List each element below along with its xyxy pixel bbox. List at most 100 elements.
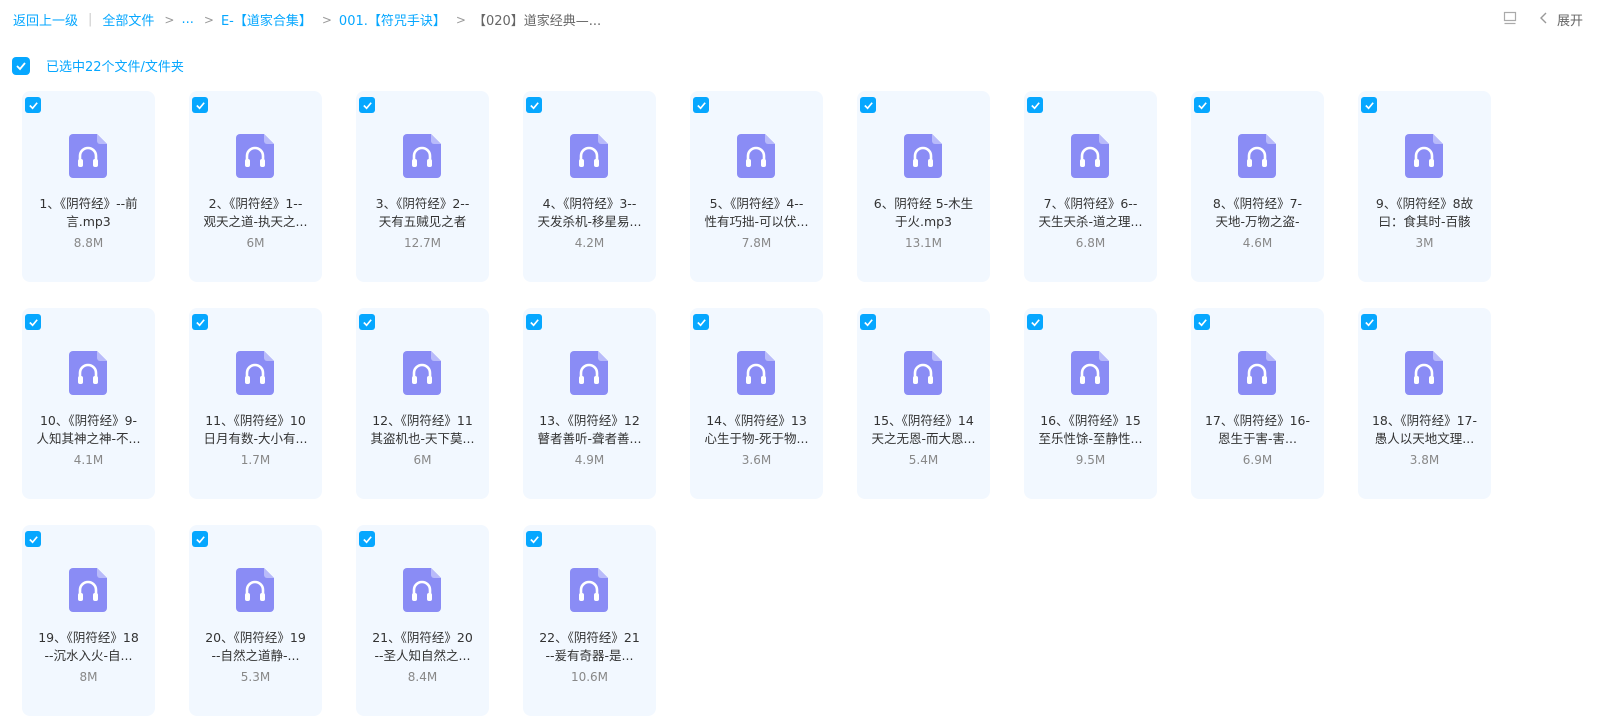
file-checkbox[interactable] <box>860 97 876 113</box>
layout-icon[interactable] <box>1503 11 1517 29</box>
file-checkbox[interactable] <box>25 314 41 330</box>
file-checkbox[interactable] <box>359 314 375 330</box>
audio-file-icon <box>403 568 441 612</box>
file-checkbox[interactable] <box>192 314 208 330</box>
expand-button[interactable]: 展开 <box>1557 10 1583 29</box>
file-card[interactable]: 4、《阴符经》3-- 天发杀机-移星易... 4.2M <box>523 91 656 282</box>
file-card[interactable]: 16、《阴符经》15 至乐性馀-至静性... 9.5M <box>1024 308 1157 499</box>
file-card[interactable]: 12、《阴符经》11 其盗机也-天下莫... 6M <box>356 308 489 499</box>
file-size: 5.4M <box>908 453 939 467</box>
file-name: 3、《阴符经》2-- 天有五贼见之者 <box>375 196 470 229</box>
file-size: 3.6M <box>741 453 772 467</box>
chevron-right-icon: > <box>455 12 466 27</box>
file-name: 13、《阴符经》12 瞽者善听-聋者善... <box>537 413 642 446</box>
file-card[interactable]: 2、《阴符经》1-- 观天之道-执天之... 6M <box>189 91 322 282</box>
file-checkbox[interactable] <box>693 97 709 113</box>
file-checkbox[interactable] <box>526 314 542 330</box>
breadcrumb-ellipsis[interactable]: ... <box>181 12 193 27</box>
chevron-left-icon[interactable] <box>1539 12 1549 28</box>
breadcrumb-all-files[interactable]: 全部文件 <box>102 10 154 29</box>
file-checkbox[interactable] <box>359 531 375 547</box>
file-size: 8M <box>79 670 98 684</box>
file-size: 13.1M <box>904 236 943 250</box>
file-checkbox[interactable] <box>25 531 41 547</box>
file-name: 4、《阴符经》3-- 天发杀机-移星易... <box>537 196 642 229</box>
select-all-checkbox[interactable] <box>12 56 30 75</box>
file-size: 6M <box>246 236 265 250</box>
file-checkbox[interactable] <box>526 97 542 113</box>
back-link[interactable]: 返回上一级 <box>13 10 78 29</box>
file-checkbox[interactable] <box>860 314 876 330</box>
file-card[interactable]: 17、《阴符经》16- 恩生于害-害... 6.9M <box>1191 308 1324 499</box>
chevron-right-icon: > <box>203 12 214 27</box>
chevron-right-icon: > <box>164 12 175 27</box>
audio-file-icon <box>570 568 608 612</box>
file-size: 8.4M <box>407 670 438 684</box>
file-card[interactable]: 1、《阴符经》--前 言.mp3 8.8M <box>22 91 155 282</box>
file-checkbox[interactable] <box>25 97 41 113</box>
audio-file-icon <box>737 134 775 178</box>
file-name: 11、《阴符经》10 日月有数-大小有... <box>203 413 308 446</box>
file-card[interactable]: 15、《阴符经》14 天之无恩-而大恩... 5.4M <box>857 308 990 499</box>
file-size: 6.8M <box>1075 236 1106 250</box>
file-name: 15、《阴符经》14 天之无恩-而大恩... <box>871 413 976 446</box>
chevron-right-icon: > <box>321 12 332 27</box>
file-size: 7.8M <box>741 236 772 250</box>
file-size: 8.8M <box>73 236 104 250</box>
file-size: 5.3M <box>240 670 271 684</box>
breadcrumb-level2[interactable]: 001.【符咒手诀】 <box>339 10 446 29</box>
file-name: 14、《阴符经》13 心生于物-死于物... <box>704 413 809 446</box>
file-checkbox[interactable] <box>1194 314 1210 330</box>
file-card[interactable]: 6、阴符经 5-木生 于火.mp3 13.1M <box>857 91 990 282</box>
audio-file-icon <box>69 568 107 612</box>
file-checkbox[interactable] <box>1361 314 1377 330</box>
file-size: 3M <box>1415 236 1434 250</box>
file-name: 9、《阴符经》8故 曰：食其时-百骸 <box>1375 196 1474 229</box>
file-checkbox[interactable] <box>1027 314 1043 330</box>
file-checkbox[interactable] <box>1361 97 1377 113</box>
file-name: 8、《阴符经》7- 天地-万物之盗- <box>1212 196 1303 229</box>
file-card[interactable]: 9、《阴符经》8故 曰：食其时-百骸 3M <box>1358 91 1491 282</box>
file-name: 21、《阴符经》20 --圣人知自然之... <box>372 630 473 663</box>
file-name: 6、阴符经 5-木生 于火.mp3 <box>873 196 974 229</box>
file-card[interactable]: 21、《阴符经》20 --圣人知自然之... 8.4M <box>356 525 489 716</box>
file-checkbox[interactable] <box>693 314 709 330</box>
file-card[interactable]: 20、《阴符经》19 --自然之道静-... 5.3M <box>189 525 322 716</box>
file-name: 18、《阴符经》17- 愚人以天地文理... <box>1371 413 1478 446</box>
file-name: 22、《阴符经》21 --爰有奇器-是... <box>539 630 640 663</box>
file-size: 6M <box>413 453 432 467</box>
file-card[interactable]: 11、《阴符经》10 日月有数-大小有... 1.7M <box>189 308 322 499</box>
file-card[interactable]: 7、《阴符经》6-- 天生天杀-道之理... 6.8M <box>1024 91 1157 282</box>
top-right-tools: 展开 <box>1503 10 1583 29</box>
file-card[interactable]: 22、《阴符经》21 --爰有奇器-是... 10.6M <box>523 525 656 716</box>
selection-bar: 已选中22个文件/文件夹 <box>12 56 184 75</box>
file-card[interactable]: 5、《阴符经》4-- 性有巧拙-可以伏... 7.8M <box>690 91 823 282</box>
audio-file-icon <box>403 351 441 395</box>
selection-count: 已选中22个文件/文件夹 <box>46 60 184 75</box>
file-card[interactable]: 14、《阴符经》13 心生于物-死于物... 3.6M <box>690 308 823 499</box>
file-size: 10.6M <box>570 670 609 684</box>
file-card[interactable]: 10、《阴符经》9- 人知其神之神-不... 4.1M <box>22 308 155 499</box>
audio-file-icon <box>1405 351 1443 395</box>
file-name: 1、《阴符经》--前 言.mp3 <box>39 196 138 229</box>
file-card[interactable]: 18、《阴符经》17- 愚人以天地文理... 3.8M <box>1358 308 1491 499</box>
file-size: 9.5M <box>1075 453 1106 467</box>
file-checkbox[interactable] <box>192 97 208 113</box>
audio-file-icon <box>570 134 608 178</box>
file-checkbox[interactable] <box>1027 97 1043 113</box>
breadcrumb-divider: | <box>88 12 93 27</box>
file-checkbox[interactable] <box>1194 97 1210 113</box>
audio-file-icon <box>69 351 107 395</box>
file-card[interactable]: 13、《阴符经》12 瞽者善听-聋者善... 4.9M <box>523 308 656 499</box>
file-checkbox[interactable] <box>526 531 542 547</box>
file-card[interactable]: 3、《阴符经》2-- 天有五贼见之者 12.7M <box>356 91 489 282</box>
file-checkbox[interactable] <box>192 531 208 547</box>
file-checkbox[interactable] <box>359 97 375 113</box>
breadcrumb-level1[interactable]: E-【道家合集】 <box>221 10 312 29</box>
audio-file-icon <box>236 351 274 395</box>
audio-file-icon <box>1405 134 1443 178</box>
file-card[interactable]: 19、《阴符经》18 --沉水入火-自... 8M <box>22 525 155 716</box>
file-card[interactable]: 8、《阴符经》7- 天地-万物之盗- 4.6M <box>1191 91 1324 282</box>
breadcrumb-current: 【020】道家经典—... <box>472 14 602 29</box>
file-size: 4.2M <box>574 236 605 250</box>
